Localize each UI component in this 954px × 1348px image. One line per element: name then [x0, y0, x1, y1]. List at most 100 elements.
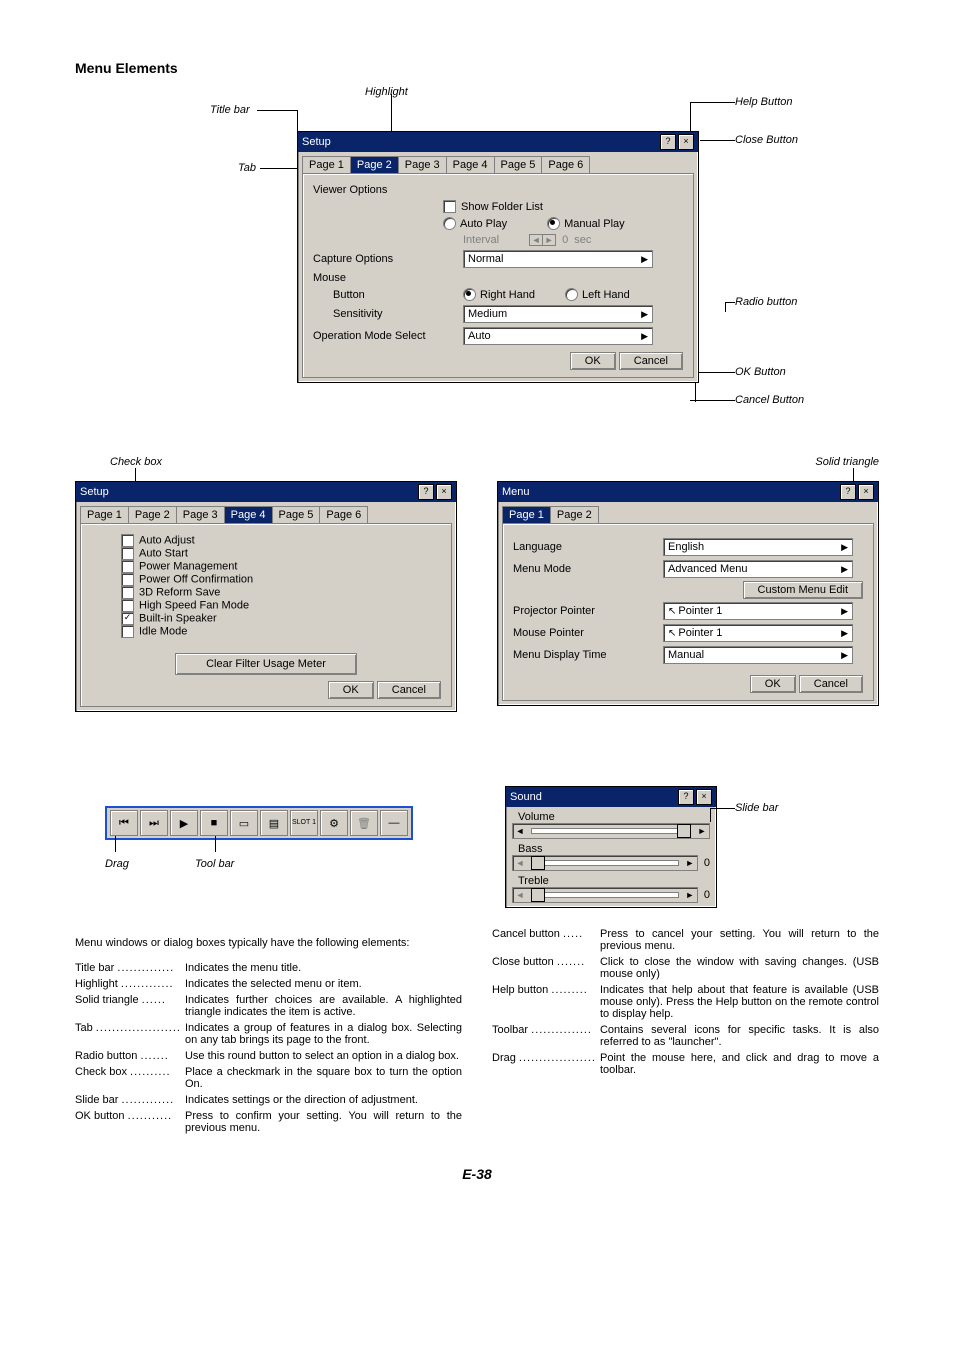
tab-page1[interactable]: Page 1	[302, 156, 351, 173]
auto-adjust-label: Auto Adjust	[139, 534, 195, 546]
skip-fwd-icon[interactable]: ⏭	[140, 810, 168, 836]
auto-play-radio[interactable]	[443, 217, 456, 230]
treble-slider[interactable]: ◄►	[512, 887, 698, 903]
titlebar[interactable]: Setup ? ×	[298, 132, 698, 152]
power-off-checkbox[interactable]	[121, 573, 134, 586]
tab-page2[interactable]: Page 2	[550, 506, 599, 523]
cancel-button[interactable]: Cancel	[619, 352, 683, 370]
section-title: Menu Elements	[75, 60, 879, 76]
tab-page4[interactable]: Page 4	[224, 506, 273, 523]
play-icon[interactable]: ▶	[170, 810, 198, 836]
arrow-left-icon[interactable]: ◄	[513, 890, 527, 900]
ann-highlight: Highlight	[365, 86, 408, 98]
def-term: Title bar ..............	[75, 960, 185, 976]
manual-play-radio[interactable]	[547, 217, 560, 230]
auto-adjust-checkbox[interactable]	[121, 534, 134, 547]
def-desc: Indicates that help about that feature i…	[600, 982, 879, 1022]
launcher-toolbar[interactable]: ⏮ ⏭ ▶ ■ ▭ ▤ SLOT 1 ⚙ 🗑 —	[105, 806, 413, 840]
op-mode-select[interactable]: Auto▶	[463, 327, 653, 345]
page-number: E-38	[75, 1166, 879, 1182]
arrow-right-icon[interactable]: ►	[695, 826, 709, 836]
idle-checkbox[interactable]	[121, 625, 134, 638]
close-icon[interactable]: ×	[436, 484, 452, 500]
help-icon[interactable]: ?	[418, 484, 434, 500]
right-hand-radio[interactable]	[463, 288, 476, 301]
skip-back-icon[interactable]: ⏮	[110, 810, 138, 836]
tab-page1[interactable]: Page 1	[80, 506, 129, 523]
titlebar[interactable]: Sound ?×	[506, 787, 716, 807]
show-folder-checkbox[interactable]	[443, 200, 456, 213]
slot-icon[interactable]: SLOT 1	[290, 810, 318, 836]
minimize-icon[interactable]: —	[380, 810, 408, 836]
list-icon[interactable]: ▤	[260, 810, 288, 836]
dialog-title: Menu	[502, 486, 530, 498]
arrow-right-icon[interactable]: ►	[683, 858, 697, 868]
def-desc: Indicates a group of features in a dialo…	[185, 1020, 462, 1048]
language-select[interactable]: English▶	[663, 538, 853, 556]
help-icon[interactable]: ?	[840, 484, 856, 500]
tab-page3[interactable]: Page 3	[398, 156, 447, 173]
window-icon[interactable]: ▭	[230, 810, 258, 836]
power-off-label: Power Off Confirmation	[139, 573, 253, 585]
arrow-left-icon[interactable]: ◄	[513, 858, 527, 868]
tab-page6[interactable]: Page 6	[541, 156, 590, 173]
clear-filter-button[interactable]: Clear Filter Usage Meter	[175, 653, 357, 675]
ann-tab: Tab	[238, 162, 256, 174]
arrow-right-icon[interactable]: ►	[683, 890, 697, 900]
cancel-button[interactable]: Cancel	[799, 675, 863, 693]
tab-page3[interactable]: Page 3	[176, 506, 225, 523]
tab-page4[interactable]: Page 4	[446, 156, 495, 173]
mouse-pointer-select[interactable]: ↖Pointer 1▶	[663, 624, 853, 642]
tabs: Page 1 Page 2 Page 3 Page 4 Page 5 Page …	[302, 156, 694, 173]
close-icon[interactable]: ×	[696, 789, 712, 805]
def-desc: Use this round button to select an optio…	[185, 1048, 462, 1064]
mouse-pointer-label: Mouse Pointer	[513, 627, 663, 639]
chevron-right-icon: ▶	[841, 628, 848, 639]
chevron-right-icon: ▶	[841, 606, 848, 617]
menu-display-time-select[interactable]: Manual▶	[663, 646, 853, 664]
volume-slider[interactable]: ◄►	[512, 823, 710, 839]
auto-start-checkbox[interactable]	[121, 547, 134, 560]
titlebar[interactable]: Setup ? ×	[76, 482, 456, 502]
help-icon[interactable]: ?	[678, 789, 694, 805]
fan-checkbox[interactable]	[121, 599, 134, 612]
left-hand-radio[interactable]	[565, 288, 578, 301]
intro-text: Menu windows or dialog boxes typically h…	[75, 937, 462, 949]
tab-page2[interactable]: Page 2	[128, 506, 177, 523]
tab-page5[interactable]: Page 5	[272, 506, 321, 523]
ok-button[interactable]: OK	[570, 352, 616, 370]
menu-display-time-label: Menu Display Time	[513, 649, 663, 661]
ok-button[interactable]: OK	[328, 681, 374, 699]
tab-page2[interactable]: Page 2	[350, 156, 399, 173]
dialog-title: Setup	[302, 136, 331, 148]
stop-icon[interactable]: ■	[200, 810, 228, 836]
arrow-left-icon[interactable]: ◄	[513, 826, 527, 836]
volume-label: Volume	[518, 811, 710, 823]
menu-mode-select[interactable]: Advanced Menu▶	[663, 560, 853, 578]
help-icon[interactable]: ?	[660, 134, 676, 150]
tab-page6[interactable]: Page 6	[319, 506, 368, 523]
bass-slider[interactable]: ◄►	[512, 855, 698, 871]
capture-select[interactable]: Normal▶	[463, 250, 653, 268]
projector-pointer-select[interactable]: ↖Pointer 1▶	[663, 602, 853, 620]
custom-menu-edit-button[interactable]: Custom Menu Edit	[743, 581, 863, 599]
setup-icon[interactable]: ⚙	[320, 810, 348, 836]
ann-slidebar: Slide bar	[735, 802, 778, 814]
speaker-checkbox[interactable]: ✓	[121, 612, 134, 625]
tab-page1[interactable]: Page 1	[502, 506, 551, 523]
cancel-button[interactable]: Cancel	[377, 681, 441, 699]
close-icon[interactable]: ×	[858, 484, 874, 500]
sensitivity-select[interactable]: Medium▶	[463, 305, 653, 323]
pointer-icon: ↖	[668, 628, 676, 639]
interval-stepper[interactable]: ◄►	[529, 234, 556, 246]
ok-button[interactable]: OK	[750, 675, 796, 693]
tab-page5[interactable]: Page 5	[494, 156, 543, 173]
titlebar[interactable]: Menu ? ×	[498, 482, 878, 502]
def-term: Solid triangle ......	[75, 992, 185, 1020]
reform-checkbox[interactable]	[121, 586, 134, 599]
trash-icon[interactable]: 🗑	[350, 810, 378, 836]
chevron-right-icon: ▶	[841, 564, 848, 575]
power-mgmt-checkbox[interactable]	[121, 560, 134, 573]
close-icon[interactable]: ×	[678, 134, 694, 150]
def-desc: Click to close the window with saving ch…	[600, 954, 879, 982]
